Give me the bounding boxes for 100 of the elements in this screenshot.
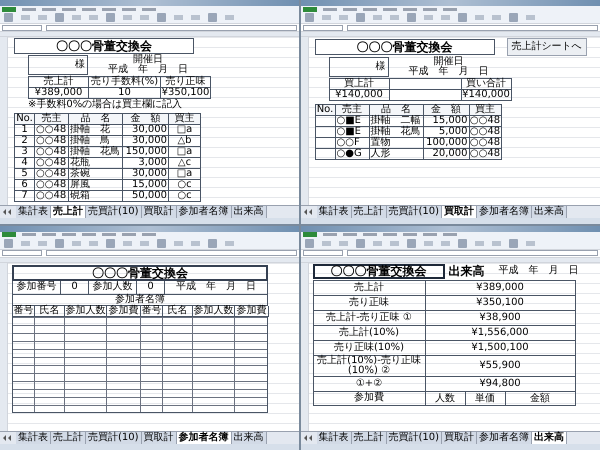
ribbon-tab[interactable] xyxy=(342,233,356,236)
ribbon-tab[interactable] xyxy=(402,8,416,10)
sheet-tab[interactable]: 出来高 xyxy=(532,206,568,218)
table-cell: △b xyxy=(169,136,201,147)
sheet-tab[interactable]: 出来高 xyxy=(232,432,267,444)
column-header[interactable]: 売主 xyxy=(336,105,370,116)
sheet-tab[interactable]: 集計表 xyxy=(16,432,51,444)
ribbon-tab[interactable] xyxy=(422,233,436,236)
column-header: 参加人数 xyxy=(193,306,235,316)
ribbon-tab[interactable] xyxy=(42,8,56,10)
ribbon-tab[interactable] xyxy=(422,8,436,10)
sheet-link-button[interactable]: 売上計シートへ xyxy=(506,38,586,56)
ribbon-tab[interactable] xyxy=(382,8,396,10)
date-text: 平成 年 月 日 xyxy=(408,67,488,77)
item-label: 売上計-売り正味 ① xyxy=(314,310,426,326)
ribbon-tab[interactable] xyxy=(382,233,396,236)
ribbon-tab[interactable] xyxy=(442,233,456,236)
sheet-tab[interactable]: 集計表 xyxy=(16,206,51,218)
table-cell: 100,000 xyxy=(424,138,470,149)
ribbon-tab[interactable] xyxy=(322,8,336,10)
ribbon-tab[interactable] xyxy=(62,8,76,10)
column-header[interactable]: 品 名 xyxy=(370,105,424,116)
sheet-tab[interactable]: 売買計(10) xyxy=(386,206,442,218)
item-label: 参加費 xyxy=(314,392,426,406)
ribbon-tab[interactable] xyxy=(142,8,156,10)
sheet-tab[interactable]: 集計表 xyxy=(316,432,352,444)
summary-header: 売上計 xyxy=(29,77,89,88)
table-cell: 15,000 xyxy=(123,180,169,191)
item-value: ¥1,500,100 xyxy=(426,340,576,356)
empty-cell xyxy=(390,90,462,101)
sheet-tab[interactable]: 売上計 xyxy=(51,206,86,218)
ribbon-tab[interactable] xyxy=(102,8,116,10)
sheet-tab[interactable]: 参加者名簿 xyxy=(176,206,232,218)
column-header[interactable]: 品 名 xyxy=(69,114,123,125)
column-header: 氏名 xyxy=(35,306,65,316)
column-header[interactable]: 買主 xyxy=(470,105,502,116)
table-cell: 人形 xyxy=(370,149,424,160)
formula-field[interactable] xyxy=(346,24,598,30)
sheet-tab[interactable]: 出来高 xyxy=(532,432,568,444)
sheet-tab[interactable]: 買取計 xyxy=(442,432,478,444)
ribbon-tab[interactable] xyxy=(342,8,356,10)
sheet-tab[interactable]: 売買計(10) xyxy=(386,432,442,444)
sheet-tab[interactable]: 売上計 xyxy=(352,432,386,444)
ribbon-tab[interactable] xyxy=(82,8,96,10)
summary-value: 10 xyxy=(89,88,161,99)
item-label: ①+② xyxy=(314,376,426,392)
table-cell: 茶碗 xyxy=(69,169,123,180)
file-tab[interactable] xyxy=(2,6,16,12)
sheet-tab[interactable]: 買取計 xyxy=(142,432,177,444)
sheet-tab[interactable]: 売上計 xyxy=(51,432,86,444)
column-header[interactable]: No. xyxy=(316,105,336,116)
sheet-title: 〇〇〇骨董交換会 xyxy=(12,264,268,280)
sheet-tab[interactable]: 買取計 xyxy=(442,206,478,218)
sheet-tab[interactable]: 売上計 xyxy=(352,206,386,218)
table-cell: 掛軸 二幅 xyxy=(370,116,424,127)
ribbon-tab[interactable] xyxy=(442,8,456,10)
field-label: 参加番号 xyxy=(13,280,61,294)
formula-field[interactable] xyxy=(46,250,297,256)
column-header[interactable]: 売主 xyxy=(35,114,69,125)
sheet-tab[interactable]: 売買計(10) xyxy=(86,432,142,444)
ribbon-tab[interactable] xyxy=(122,8,136,10)
table-cell: □a xyxy=(169,125,201,136)
name-box[interactable] xyxy=(302,24,342,30)
table-cell: ○○48 xyxy=(35,136,69,147)
column-header[interactable]: No. xyxy=(15,114,35,125)
summary-value: ¥389,000 xyxy=(29,88,89,99)
sheet-tab[interactable]: 集計表 xyxy=(316,206,352,218)
ribbon-tab[interactable] xyxy=(362,8,376,10)
date-label: 開催日 xyxy=(434,57,464,67)
sheet-tab[interactable]: 参加者名簿 xyxy=(176,432,232,444)
table-cell: 20,000 xyxy=(424,149,470,160)
ribbon-tab[interactable] xyxy=(22,8,36,10)
sheet-tab[interactable]: 参加者名簿 xyxy=(477,206,532,218)
ribbon-tab[interactable] xyxy=(362,233,376,236)
ribbon-tab[interactable] xyxy=(322,233,336,236)
sheet-title: 〇〇〇骨董交換会 xyxy=(14,38,194,54)
summary-header: 買い合計 xyxy=(462,79,512,90)
sheet-tab[interactable]: 買取計 xyxy=(142,206,177,218)
table-cell: 5,000 xyxy=(424,127,470,138)
column-header: 単価 xyxy=(466,392,506,406)
date-label: 開催日 xyxy=(133,55,163,65)
file-tab[interactable] xyxy=(302,232,316,237)
sheet-tab[interactable]: 売買計(10) xyxy=(86,206,142,218)
sheet-tab[interactable]: 参加者名簿 xyxy=(477,432,532,444)
formula-field[interactable] xyxy=(346,250,598,256)
table-cell: ○○48 xyxy=(470,149,502,160)
name-box[interactable] xyxy=(2,24,42,30)
column-header[interactable]: 買主 xyxy=(169,114,201,125)
item-value: ¥94,800 xyxy=(426,376,576,392)
table-cell: ○c xyxy=(169,191,201,202)
column-header[interactable]: 金 額 xyxy=(424,105,470,116)
column-header[interactable]: 金 額 xyxy=(123,114,169,125)
ribbon-tab[interactable] xyxy=(402,233,416,236)
item-label: 売上計(10%) xyxy=(314,326,426,340)
name-box[interactable] xyxy=(302,250,342,256)
file-tab[interactable] xyxy=(302,6,316,12)
formula-field[interactable] xyxy=(46,24,297,30)
sheet-tab[interactable]: 出来高 xyxy=(232,206,267,218)
summary-value: ¥350,100 xyxy=(161,88,211,99)
name-box[interactable] xyxy=(2,250,42,256)
